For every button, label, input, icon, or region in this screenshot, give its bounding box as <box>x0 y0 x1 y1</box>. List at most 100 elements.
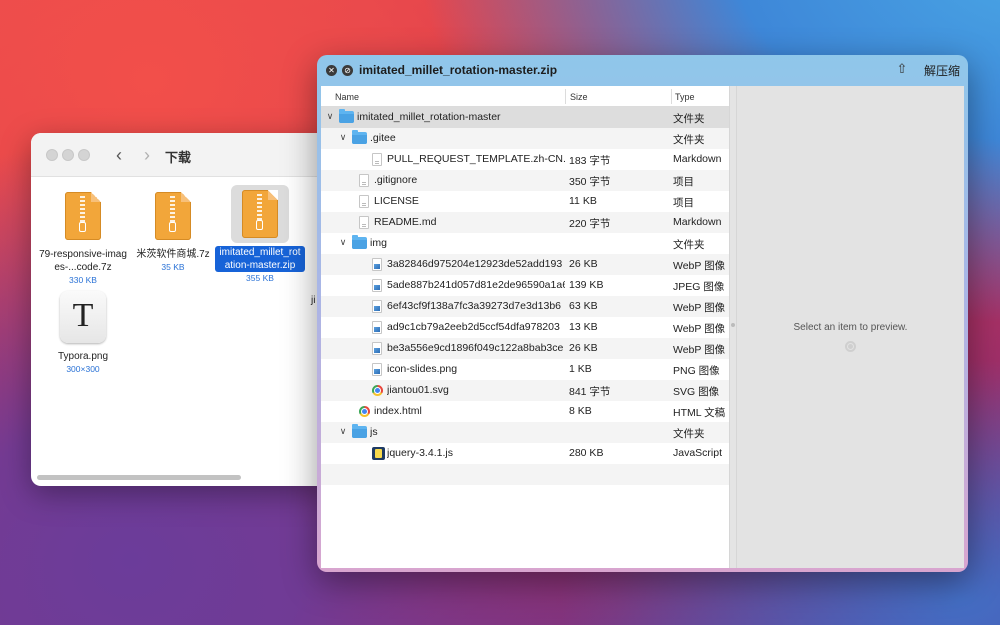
forward-button[interactable]: › <box>139 145 155 165</box>
row-type: SVG 图像 <box>673 386 720 398</box>
finder-file-item[interactable]: 79-responsive-images-...code.7z 330 KB <box>38 187 128 285</box>
table-row[interactable]: ∨ .gitee 文件夹 <box>321 128 729 149</box>
row-type: WebP 图像 <box>673 260 726 272</box>
table-row[interactable]: icon-slides.png 1 KB PNG 图像 <box>321 359 729 380</box>
chevron-down-icon[interactable]: ∨ <box>325 111 335 122</box>
table-row[interactable]: index.html 8 KB HTML 文稿 <box>321 401 729 422</box>
split-view-divider[interactable] <box>729 86 737 568</box>
row-name: LICENSE <box>374 195 419 207</box>
row-type: 文件夹 <box>673 239 705 251</box>
table-row[interactable]: ∨ imitated_millet_rotation-master 文件夹 <box>321 107 729 128</box>
image-file-icon <box>372 279 382 292</box>
row-size: 13 KB <box>569 321 598 333</box>
close-icon[interactable]: ✕ <box>326 65 337 76</box>
column-type[interactable]: Type <box>675 92 695 102</box>
file-name: 米茨软件商城.7z <box>136 249 210 260</box>
folder-icon <box>352 130 367 144</box>
row-type: 文件夹 <box>673 428 705 440</box>
row-size: 139 KB <box>569 279 604 291</box>
row-size: 26 KB <box>569 342 598 354</box>
row-type: PNG 图像 <box>673 365 720 377</box>
row-type: 项目 <box>673 176 694 188</box>
table-row[interactable]: jquery-3.4.1.js 280 KB JavaScript <box>321 443 729 464</box>
image-file-icon <box>372 363 382 376</box>
table-row[interactable]: 5ade887b241d057d81e2de96590a1a6 139 KB JPE… <box>321 275 729 296</box>
zoom-window-button[interactable] <box>78 149 90 161</box>
zip-icon <box>54 187 112 245</box>
file-name: imitated_millet_rotation-master.zip <box>215 246 305 272</box>
row-name: icon-slides.png <box>387 363 458 375</box>
row-name: imitated_millet_rotation-master <box>357 111 501 123</box>
file-size: 35 KB <box>161 262 185 272</box>
archive-file-list: Name Size Type ∨ imitated_millet_rotation… <box>321 86 729 568</box>
column-size[interactable]: Size <box>570 92 588 102</box>
row-name: jiantou01.svg <box>387 384 449 396</box>
finder-file-item[interactable]: T Typora.png 300×300 <box>38 289 128 374</box>
row-name: ad9c1cb79a2eeb2d5ccf54dfa978203 <box>387 321 560 333</box>
table-row[interactable]: ∨ img 文件夹 <box>321 233 729 254</box>
row-size: 350 字节 <box>569 176 611 188</box>
zip-icon <box>144 187 202 245</box>
table-row[interactable]: 3a82846d975204e12923de52add193 26 KB WebP … <box>321 254 729 275</box>
row-name: 6ef43cf9f138a7fc3a39273d7e3d13b6 <box>387 300 561 312</box>
archive-titlebar: ✕ ⊘ imitated_millet_rotation-master.zip … <box>317 55 968 85</box>
file-size: 300×300 <box>66 364 100 374</box>
folder-icon <box>339 109 354 123</box>
back-button[interactable]: ‹ <box>111 145 127 165</box>
document-icon <box>359 174 369 187</box>
table-row[interactable]: .gitignore 350 字节 项目 <box>321 170 729 191</box>
table-row[interactable]: be3a556e9cd1896f049c122a8bab3ce 26 KB WebP… <box>321 338 729 359</box>
row-type: JPEG 图像 <box>673 281 725 293</box>
row-name: .gitignore <box>374 174 418 186</box>
row-type: WebP 图像 <box>673 302 726 314</box>
document-icon <box>372 153 382 166</box>
row-type: Markdown <box>673 216 722 228</box>
folder-icon <box>352 424 367 438</box>
chevron-down-icon[interactable]: ∨ <box>338 237 348 248</box>
extract-button[interactable]: 解压缩 <box>921 61 963 80</box>
table-row[interactable]: LICENSE 11 KB 项目 <box>321 191 729 212</box>
row-name: 3a82846d975204e12923de52add193 <box>387 258 563 270</box>
row-size: 841 字节 <box>569 386 611 398</box>
finder-file-item-selected[interactable]: imitated_millet_rotation-master.zip 355 … <box>215 185 305 283</box>
chevron-down-icon[interactable]: ∨ <box>338 426 348 437</box>
table-row[interactable]: README.md 220 字节 Markdown <box>321 212 729 233</box>
minimize-window-button[interactable] <box>62 149 74 161</box>
row-name: README.md <box>374 216 437 228</box>
table-row[interactable]: jiantou01.svg 841 字节 SVG 图像 <box>321 380 729 401</box>
row-size: 8 KB <box>569 405 592 417</box>
column-header: Name Size Type <box>321 86 729 107</box>
finder-window: ‹ › 下载 79-responsive-images-...code.7z 3… <box>31 133 331 486</box>
row-type: 项目 <box>673 197 694 209</box>
share-icon[interactable]: ⇧ <box>895 61 909 77</box>
close-window-button[interactable] <box>46 149 58 161</box>
archive-window: ✕ ⊘ imitated_millet_rotation-master.zip … <box>317 55 968 572</box>
column-name[interactable]: Name <box>335 92 359 102</box>
stop-icon[interactable]: ⊘ <box>342 65 353 76</box>
finder-file-item[interactable]: 米茨软件商城.7z 35 KB <box>128 187 218 272</box>
table-row[interactable]: 6ef43cf9f138a7fc3a39273d7e3d13b6 63 KB Web… <box>321 296 729 317</box>
row-size: 183 字节 <box>569 155 611 167</box>
chevron-down-icon[interactable]: ∨ <box>338 132 348 143</box>
row-type: 文件夹 <box>673 113 705 125</box>
finder-toolbar: ‹ › 下载 <box>31 133 331 177</box>
finder-title: 下载 <box>165 150 192 165</box>
row-type: WebP 图像 <box>673 344 726 356</box>
row-name: index.html <box>374 405 422 417</box>
file-name: Typora.png <box>57 351 109 362</box>
row-size: 63 KB <box>569 300 598 312</box>
preview-placeholder: Select an item to preview. <box>793 322 908 333</box>
image-file-icon <box>372 258 382 271</box>
row-name: jquery-3.4.1.js <box>387 447 453 459</box>
row-size: 220 字节 <box>569 218 611 230</box>
zip-icon <box>231 185 289 243</box>
horizontal-scrollbar[interactable] <box>37 475 241 480</box>
finder-file-grid: 79-responsive-images-...code.7z 330 KB 米… <box>31 177 331 467</box>
table-row[interactable]: PULL_REQUEST_TEMPLATE.zh-CN.md 183 字节 Mark… <box>321 149 729 170</box>
table-row[interactable]: ad9c1cb79a2eeb2d5ccf54dfa978203 13 KB WebP… <box>321 317 729 338</box>
table-row[interactable]: ∨ js 文件夹 <box>321 422 729 443</box>
row-type: 文件夹 <box>673 134 705 146</box>
folder-icon <box>352 235 367 249</box>
empty-row <box>321 464 729 485</box>
partial-file-name: ji <box>311 295 316 306</box>
